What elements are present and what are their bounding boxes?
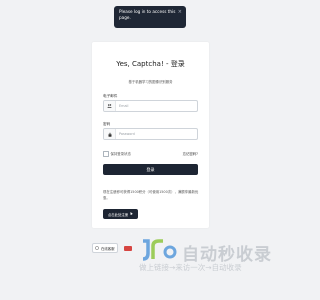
password-field[interactable]: Password [103, 128, 198, 140]
watermark: 自动秒收录 做上链接→来访一次→自动收录 [134, 232, 300, 292]
chat-icon [95, 245, 100, 251]
watermark-logo-icon [142, 239, 177, 261]
page-title: Yes, Captcha! - 登录 [116, 60, 185, 68]
login-required-toast: Please log in to access this page. × [114, 6, 186, 28]
email-field[interactable]: Email [103, 100, 198, 112]
email-placeholder: Email [119, 104, 129, 108]
watermark-subtitle: 做上链接→来访一次→自动收录 [139, 263, 242, 272]
toast-message: Please log in to access this page. [119, 9, 176, 20]
remember-me[interactable]: 保持登录状态 [103, 151, 131, 157]
users-icon [104, 101, 116, 111]
register-button-label: 点击此处注册 [107, 212, 129, 217]
page-subtitle: 基于机器学习的图像识别服务 [128, 80, 173, 84]
close-icon[interactable]: × [178, 9, 182, 15]
email-label: 电子邮件 [103, 94, 118, 98]
feedback-button[interactable]: 在线客服 [92, 243, 118, 253]
forgot-password-link[interactable]: 忘记密码? [183, 151, 198, 156]
remember-label: 保持登录状态 [110, 152, 131, 157]
pointer-icon [130, 211, 134, 217]
flag-badge [124, 246, 132, 251]
password-label: 密码 [103, 122, 111, 126]
login-button[interactable]: 登录 [103, 164, 198, 175]
remember-checkbox[interactable] [103, 151, 109, 157]
feedback-label: 在线客服 [100, 246, 115, 251]
password-placeholder: Password [119, 132, 135, 136]
lock-icon [104, 129, 116, 139]
register-button[interactable]: 点击此处注册 [103, 209, 138, 219]
register-description: 现在注册即可获得1500积分（可使用1500次），满额享最新优惠。 [103, 190, 199, 200]
login-card: Yes, Captcha! - 登录 基于机器学习的图像识别服务 电子邮件 Em… [92, 42, 209, 228]
